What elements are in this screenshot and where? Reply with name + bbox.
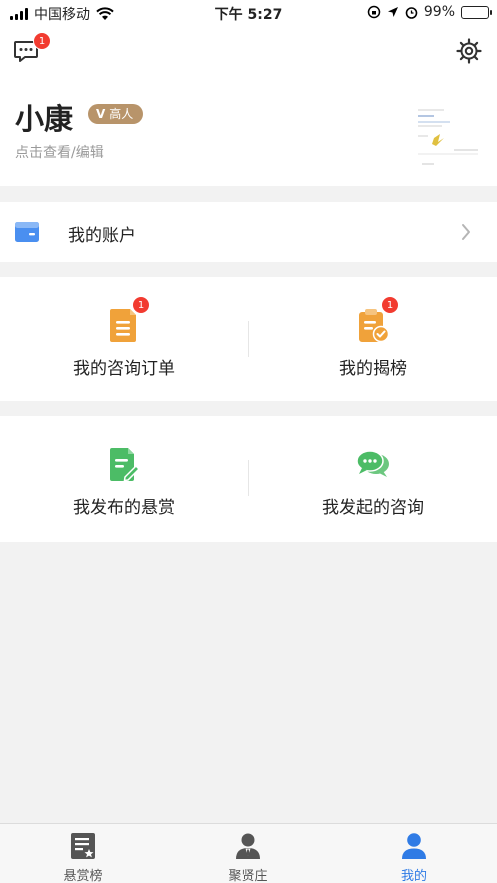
posts-card: 我发布的悬赏 我发起的咨询 [0, 416, 497, 542]
tab-mine-label: 我的 [400, 869, 427, 883]
alarm-icon [405, 6, 418, 19]
battery-percent: 99% [423, 4, 455, 20]
document-preview-icon [414, 100, 480, 174]
profile-header: 1 小康 V 高人 点击查看/编辑 [0, 26, 497, 186]
profile-card-thumbnail[interactable] [414, 100, 480, 174]
tab-bar: 悬赏榜 聚贤庄 我的 [0, 823, 497, 883]
gear-icon [456, 38, 482, 64]
my-posted-bounties-label: 我发布的悬赏 [73, 498, 175, 518]
status-right: 99% [367, 4, 492, 20]
tab-bounty-board-label: 悬赏榜 [63, 869, 103, 883]
location-icon [387, 7, 398, 17]
tab-bounty-board[interactable]: 悬赏榜 [0, 824, 166, 883]
my-bounty-taken-button[interactable]: 1 我的揭榜 [249, 277, 497, 401]
wallet-icon [15, 222, 39, 242]
document-edit-icon [110, 448, 140, 482]
messages-badge: 1 [33, 32, 51, 50]
vip-label: 高人 [109, 107, 134, 121]
tab-talent-hall-label: 聚贤庄 [228, 869, 268, 883]
my-initiated-consults-button[interactable]: 我发起的咨询 [249, 416, 497, 542]
chat-bubbles-icon [356, 450, 389, 477]
vip-badge: V 高人 [88, 104, 144, 124]
my-posted-bounties-button[interactable]: 我发布的悬赏 [0, 416, 248, 542]
user-name[interactable]: 小康 [15, 96, 73, 138]
status-bar: 中国移动 下午 5:27 99% [0, 0, 497, 26]
tab-talent-hall[interactable]: 聚贤庄 [165, 824, 331, 883]
my-account-label: 我的账户 [68, 226, 136, 246]
battery-icon [461, 5, 492, 19]
settings-button[interactable] [455, 37, 483, 65]
my-bounty-taken-label: 我的揭榜 [339, 359, 407, 379]
bounty-taken-badge: 1 [381, 296, 399, 314]
my-account-row[interactable]: 我的账户 [0, 202, 497, 262]
my-initiated-consults-label: 我发起的咨询 [322, 498, 424, 518]
chevron-right-icon [462, 224, 470, 240]
orders-card: 1 我的咨询订单 1 我的揭榜 [0, 277, 497, 401]
my-consult-orders-label: 我的咨询订单 [73, 359, 175, 379]
consult-orders-badge: 1 [132, 296, 150, 314]
vip-v-icon: V [96, 107, 106, 121]
my-consult-orders-button[interactable]: 1 我的咨询订单 [0, 277, 248, 401]
tab-mine[interactable]: 我的 [331, 824, 497, 883]
person-icon [402, 833, 426, 859]
person-suit-icon [236, 833, 260, 859]
rotation-lock-icon [367, 5, 381, 19]
edit-profile-link[interactable]: 点击查看/编辑 [15, 142, 104, 162]
messages-button[interactable]: 1 [13, 32, 51, 64]
list-star-icon [71, 833, 95, 859]
